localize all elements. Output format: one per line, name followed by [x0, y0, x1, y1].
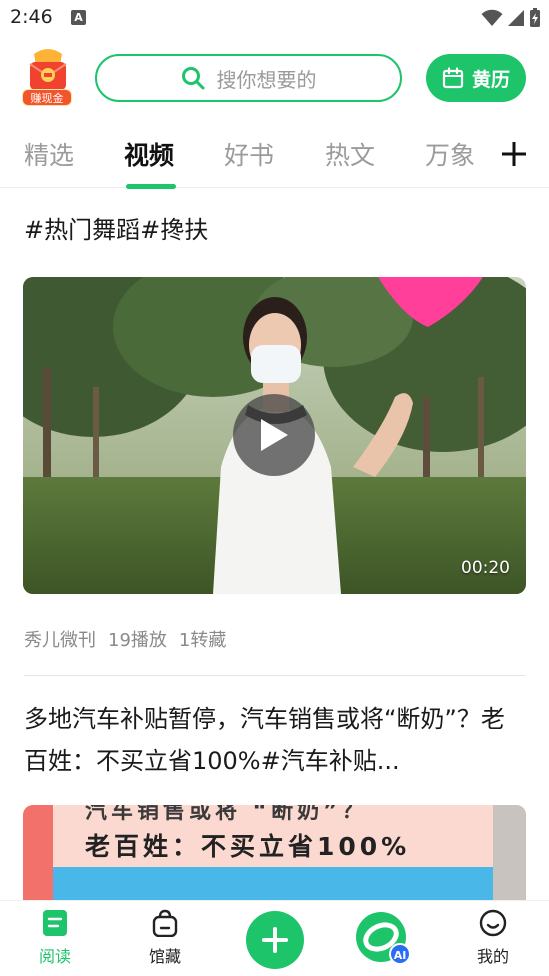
status-icons [481, 8, 541, 28]
calendar-icon [442, 67, 464, 89]
earn-cash-button[interactable]: 赚现金 [20, 48, 76, 110]
bag-icon [152, 909, 178, 938]
search-icon [181, 67, 204, 90]
signal-icon [508, 10, 524, 26]
earn-cash-label: 赚现金 [22, 89, 72, 106]
article-thumbnail-line2: 老百姓：不买立省100% [85, 832, 411, 861]
red-envelope-icon [29, 49, 67, 90]
document-icon [43, 910, 67, 936]
category-tabs: 精选 视频 好书 热文 万象 [0, 128, 549, 189]
tab-good-books[interactable]: 好书 [224, 136, 274, 172]
almanac-label: 黄历 [471, 68, 510, 91]
video-save-count: 1转藏 [178, 630, 227, 651]
article-thumbnail-line1: 汽车销售或将 “断奶”？ [85, 805, 368, 824]
nav-read[interactable]: 阅读 [20, 909, 90, 967]
active-tab-indicator [126, 184, 176, 189]
header: 赚现金 搜你想要的 黄历 [0, 48, 549, 110]
nav-read-label: 阅读 [38, 947, 71, 966]
video-play-count: 19播放 [108, 630, 167, 651]
video-duration: 00:20 [461, 558, 510, 578]
video-title[interactable]: #热门舞蹈#搀扶 [24, 212, 208, 248]
feed-divider [24, 675, 525, 676]
nav-ai-assistant[interactable]: AI [355, 911, 411, 967]
status-time: 2:46 [10, 6, 53, 28]
tab-hot-articles[interactable]: 热文 [325, 136, 375, 172]
smile-face-icon [479, 909, 507, 937]
wifi-icon [481, 9, 503, 26]
bottom-navigation: 阅读 馆藏 AI 我的 [0, 900, 549, 976]
video-thumbnail[interactable]: 00:20 [23, 277, 526, 594]
tab-panorama[interactable]: 万象 [425, 136, 475, 172]
add-tab-icon[interactable] [500, 140, 528, 168]
status-bar: 2:46 A [0, 0, 549, 36]
ai-badge: AI [389, 943, 411, 965]
almanac-button[interactable]: 黄历 [426, 54, 526, 102]
nav-me[interactable]: 我的 [458, 909, 528, 967]
search-box[interactable]: 搜你想要的 [95, 54, 402, 102]
play-icon [261, 419, 288, 451]
play-button[interactable] [233, 394, 315, 476]
tab-featured[interactable]: 精选 [24, 136, 74, 172]
nav-collection-label: 馆藏 [148, 947, 181, 966]
notification-icon: A [71, 10, 86, 25]
app-screen: 2:46 A 赚现金 搜你想要的 黄历 精选 视频 好书 热文 万象 #热门舞蹈… [0, 0, 549, 976]
nav-me-label: 我的 [476, 947, 509, 966]
search-placeholder: 搜你想要的 [216, 67, 317, 92]
article-thumbnail[interactable]: 汽车销售或将 “断奶”？ 老百姓：不买立省100% [23, 805, 526, 905]
plus-icon [262, 927, 288, 953]
nav-add-button[interactable] [246, 911, 304, 969]
tab-video[interactable]: 视频 [124, 136, 174, 172]
nav-collection[interactable]: 馆藏 [130, 909, 200, 967]
battery-charging-icon [530, 8, 540, 27]
video-meta: 秀儿微刊 19播放 1转藏 [24, 626, 226, 652]
video-source[interactable]: 秀儿微刊 [24, 626, 96, 652]
article-title[interactable]: 多地汽车补贴暂停，汽车销售或将“断奶”？老百姓：不买立省100%#汽车补贴... [24, 698, 524, 782]
